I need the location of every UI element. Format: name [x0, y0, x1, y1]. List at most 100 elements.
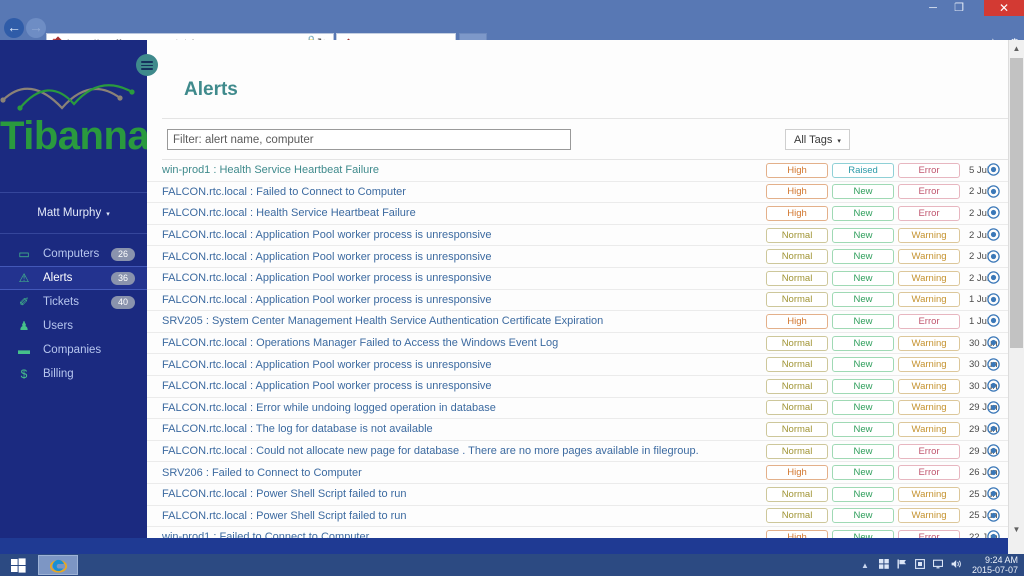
table-row[interactable]: FALCON.rtc.local : Application Pool work… — [147, 376, 1008, 398]
window-close-button[interactable]: ✕ — [984, 0, 1024, 16]
alert-name-link[interactable]: FALCON.rtc.local : Application Pool work… — [162, 272, 492, 284]
close-alert-icon[interactable] — [987, 357, 1001, 372]
close-alert-icon[interactable] — [987, 422, 1001, 436]
volume-icon[interactable] — [951, 559, 962, 571]
close-alert-icon[interactable] — [987, 249, 1001, 264]
alert-name-link[interactable]: FALCON.rtc.local : Application Pool work… — [162, 380, 492, 392]
close-alert-icon[interactable] — [987, 206, 1001, 220]
close-alert-icon[interactable] — [987, 444, 1001, 458]
display-icon[interactable] — [932, 559, 944, 571]
alert-name-link[interactable]: FALCON.rtc.local : Power Shell Script fa… — [162, 488, 407, 500]
close-alert-icon[interactable] — [987, 293, 1001, 307]
alert-name-link[interactable]: FALCON.rtc.local : Application Pool work… — [162, 251, 492, 263]
taskbar-clock[interactable]: 9:24 AM 2015-07-07 — [972, 555, 1018, 575]
alert-name-link[interactable]: FALCON.rtc.local : Health Service Heartb… — [162, 207, 416, 219]
severity-badge: Warning — [898, 227, 960, 243]
scroll-down-arrow-icon[interactable]: ▼ — [1009, 521, 1024, 538]
status-badge: New — [832, 357, 894, 373]
alert-name-link[interactable]: FALCON.rtc.local : Power Shell Script fa… — [162, 510, 407, 522]
table-row[interactable]: FALCON.rtc.local : Application Pool work… — [147, 268, 1008, 290]
hamburger-menu-icon[interactable] — [136, 54, 158, 76]
flag-icon[interactable] — [897, 559, 907, 571]
tray-expand-icon[interactable]: ▲ — [861, 561, 869, 570]
vertical-scrollbar-thumb[interactable] — [1010, 58, 1023, 348]
table-row[interactable]: SRV206 : Failed to Connect to Computer Hi… — [147, 462, 1008, 484]
priority-badge: Normal — [766, 421, 828, 437]
sidebar-item-alerts[interactable]: ⚠ Alerts 36 — [0, 266, 147, 290]
table-row[interactable]: win-prod1 : Health Service Heartbeat Fai… — [147, 160, 1008, 182]
briefcase-icon: ▬ — [18, 343, 30, 357]
table-row[interactable]: FALCON.rtc.local : Could not allocate ne… — [147, 441, 1008, 463]
table-row[interactable]: FALCON.rtc.local : Application Pool work… — [147, 290, 1008, 312]
priority-badge: Normal — [766, 378, 828, 394]
close-alert-icon[interactable] — [987, 163, 1001, 177]
alert-name-link[interactable]: win-prod1 : Health Service Heartbeat Fai… — [162, 164, 379, 176]
forward-button[interactable]: → — [26, 18, 46, 38]
status-badge: New — [832, 335, 894, 351]
system-tray: ▲ 9:24 AM 2015-07-07 — [861, 554, 1022, 576]
alert-name-link[interactable]: FALCON.rtc.local : Could not allocate ne… — [162, 445, 699, 457]
sidebar-item-tickets[interactable]: ✐ Tickets 40 — [0, 290, 147, 314]
status-badge: New — [832, 421, 894, 437]
user-icon: ♟ — [18, 319, 30, 333]
close-alert-icon[interactable] — [987, 509, 1001, 523]
sidebar-item-companies[interactable]: ▬ Companies — [0, 338, 147, 362]
severity-badge: Warning — [898, 400, 960, 416]
close-alert-icon[interactable] — [987, 530, 1001, 538]
alert-name-link[interactable]: win-prod1 : Failed to Connect to Compute… — [162, 531, 369, 538]
status-badge: New — [832, 292, 894, 308]
sidebar-item-computers[interactable]: ▭ Computers 26 — [0, 242, 147, 266]
close-alert-icon[interactable] — [987, 336, 1001, 350]
filter-input[interactable] — [167, 129, 571, 150]
action-center-icon[interactable] — [915, 559, 925, 571]
table-row[interactable]: FALCON.rtc.local : Application Pool work… — [147, 225, 1008, 247]
window-minimize-button[interactable]: ─ — [920, 0, 946, 16]
alert-name-link[interactable]: FALCON.rtc.local : Operations Manager Fa… — [162, 337, 558, 349]
status-badge: New — [832, 270, 894, 286]
sidebar-item-users[interactable]: ♟ Users — [0, 314, 147, 338]
user-menu[interactable]: Matt Murphy ▾ — [0, 192, 147, 233]
alert-name-link[interactable]: FALCON.rtc.local : Failed to Connect to … — [162, 186, 406, 198]
table-row[interactable]: SRV205 : System Center Management Health… — [147, 311, 1008, 333]
alert-name-link[interactable]: FALCON.rtc.local : Application Pool work… — [162, 294, 492, 306]
close-alert-icon[interactable] — [987, 314, 1001, 328]
window-maximize-button[interactable]: ❐ — [946, 0, 972, 16]
severity-badge: Warning — [898, 357, 960, 373]
severity-badge: Error — [898, 162, 960, 178]
brand-logo[interactable]: Tibanna — [0, 40, 150, 192]
severity-badge: Warning — [898, 270, 960, 286]
taskbar-ie-button[interactable] — [38, 555, 78, 575]
warning-triangle-icon: ⚠ — [18, 271, 30, 285]
alert-name-link[interactable]: SRV205 : System Center Management Health… — [162, 315, 603, 327]
table-row[interactable]: FALCON.rtc.local : Power Shell Script fa… — [147, 506, 1008, 528]
table-row[interactable]: FALCON.rtc.local : Application Pool work… — [147, 354, 1008, 376]
table-row[interactable]: win-prod1 : Failed to Connect to Compute… — [147, 527, 1008, 538]
alert-name-link[interactable]: SRV206 : Failed to Connect to Computer — [162, 467, 362, 479]
back-button[interactable]: ← — [4, 18, 24, 38]
close-alert-icon[interactable] — [987, 185, 1001, 199]
tags-dropdown[interactable]: All Tags ▾ — [785, 129, 850, 150]
table-row[interactable]: FALCON.rtc.local : The log for database … — [147, 419, 1008, 441]
sidebar-item-billing[interactable]: $ Billing — [0, 362, 147, 386]
table-row[interactable]: FALCON.rtc.local : Operations Manager Fa… — [147, 333, 1008, 355]
user-name: Matt Murphy — [37, 206, 102, 219]
close-alert-icon[interactable] — [987, 401, 1001, 415]
vertical-scrollbar[interactable]: ▲ ▼ — [1008, 40, 1024, 538]
table-row[interactable]: FALCON.rtc.local : Failed to Connect to … — [147, 182, 1008, 204]
close-alert-icon[interactable] — [987, 487, 1001, 501]
table-row[interactable]: FALCON.rtc.local : Error while undoing l… — [147, 398, 1008, 420]
alert-name-link[interactable]: FALCON.rtc.local : Application Pool work… — [162, 229, 492, 241]
close-alert-icon[interactable] — [987, 228, 1001, 242]
alert-name-link[interactable]: FALCON.rtc.local : Application Pool work… — [162, 359, 492, 371]
table-row[interactable]: FALCON.rtc.local : Power Shell Script fa… — [147, 484, 1008, 506]
close-alert-icon[interactable] — [987, 379, 1001, 393]
close-alert-icon[interactable] — [987, 465, 1001, 480]
alert-name-link[interactable]: FALCON.rtc.local : Error while undoing l… — [162, 402, 496, 414]
table-row[interactable]: FALCON.rtc.local : Health Service Heartb… — [147, 203, 1008, 225]
close-alert-icon[interactable] — [987, 271, 1001, 285]
start-button[interactable] — [0, 554, 36, 576]
scroll-up-arrow-icon[interactable]: ▲ — [1009, 40, 1024, 57]
table-row[interactable]: FALCON.rtc.local : Application Pool work… — [147, 246, 1008, 268]
network-icon[interactable] — [878, 559, 889, 571]
alert-name-link[interactable]: FALCON.rtc.local : The log for database … — [162, 423, 433, 435]
